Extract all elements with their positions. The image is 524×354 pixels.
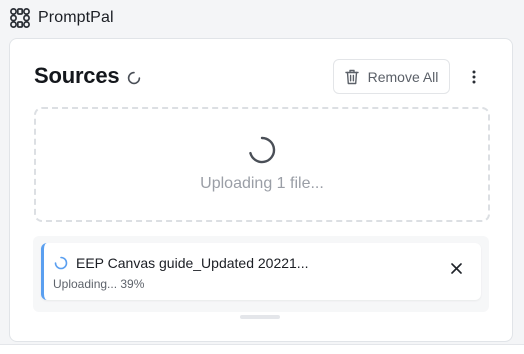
resize-handle[interactable]: [240, 315, 280, 319]
app-header: PromptPal: [0, 0, 524, 36]
app-title: PromptPal: [38, 9, 114, 26]
upload-dropzone[interactable]: Uploading 1 file...: [34, 107, 490, 222]
more-options-button[interactable]: [464, 65, 484, 89]
sources-header: Sources: [34, 63, 141, 89]
remove-file-button[interactable]: [446, 258, 466, 278]
remove-all-button[interactable]: Remove All: [333, 59, 450, 94]
file-upload-item: EEP Canvas guide_Updated 20221... Upload…: [41, 243, 481, 300]
upload-status-text: Uploading 1 file...: [200, 175, 324, 192]
loading-spinner-icon: [249, 136, 276, 164]
sources-title: Sources: [34, 63, 120, 88]
trash-icon: [344, 69, 359, 84]
upload-progress-text: Uploading... 39%: [53, 277, 145, 291]
remove-all-label: Remove All: [367, 68, 439, 85]
app-logo-icon: [10, 8, 30, 28]
file-name: EEP Canvas guide_Updated 20221...: [76, 255, 309, 271]
bottom-panel-edge: [0, 344, 524, 354]
more-vertical-icon: [472, 70, 476, 84]
close-icon: [450, 262, 462, 274]
loading-spinner-icon: [54, 256, 68, 270]
loading-spinner-icon: [128, 71, 141, 85]
